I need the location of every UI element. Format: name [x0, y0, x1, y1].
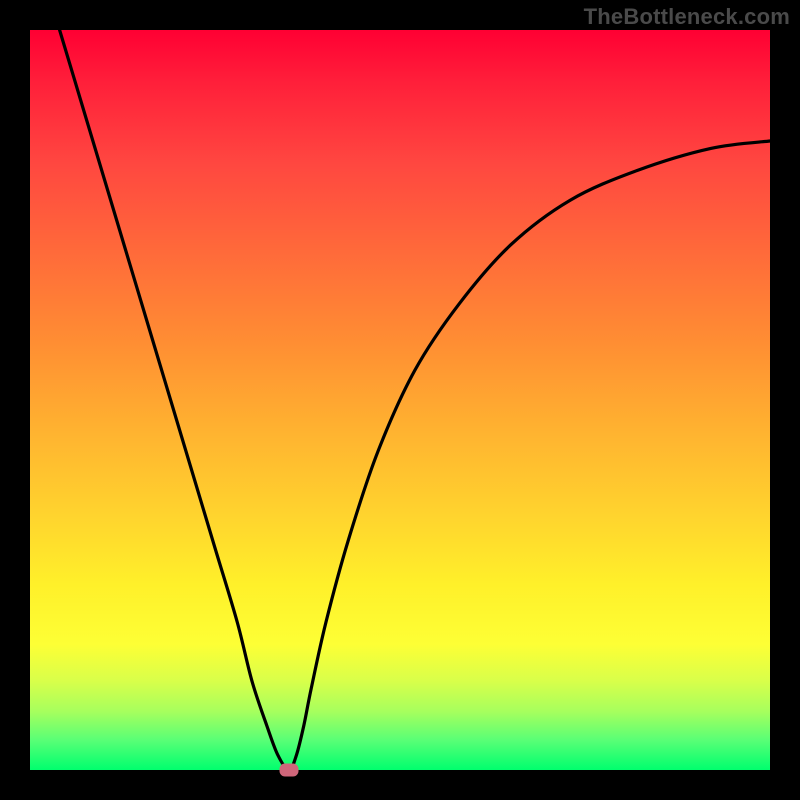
watermark-label: TheBottleneck.com	[584, 4, 790, 30]
chart-container: TheBottleneck.com	[0, 0, 800, 800]
plot-area	[30, 30, 770, 770]
bottleneck-curve	[60, 30, 770, 770]
minimum-marker	[280, 764, 298, 776]
curve-layer	[30, 30, 770, 770]
